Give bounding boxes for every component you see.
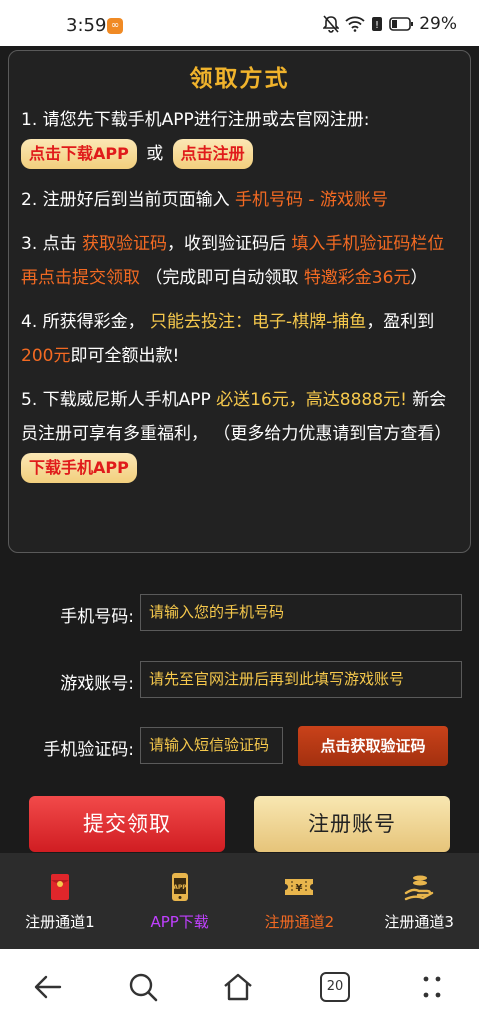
bottom-tab-bar: 注册通道1 APP APP下载 ¥ 注册通道2 注册通道3 bbox=[0, 853, 479, 949]
ticket-icon: ¥ bbox=[285, 879, 314, 895]
step-5: 5. 下载威尼斯人手机APP 必送16元，高达8888元! 新会员注册可享有多重… bbox=[21, 383, 458, 485]
tab-register-channel-3[interactable]: 注册通道3 bbox=[359, 853, 479, 949]
tab-app-download[interactable]: APP APP下载 bbox=[120, 853, 240, 949]
step-4-pre: 4. 所获得彩金， bbox=[21, 312, 151, 332]
svg-text:APP: APP bbox=[173, 884, 187, 891]
tab-register-channel-2[interactable]: ¥ 注册通道2 bbox=[240, 853, 360, 949]
phone-row: 手机号码: 请输入您的手机号码 bbox=[0, 594, 479, 634]
account-input[interactable]: 请先至官网注册后再到此填写游戏账号 bbox=[140, 661, 462, 698]
system-nav-bar: 20 bbox=[0, 949, 479, 1024]
tab-label-2: APP下载 bbox=[150, 913, 209, 931]
home-icon[interactable] bbox=[222, 971, 254, 1003]
step-2-highlight: 手机号码 - 游戏账号 bbox=[235, 190, 388, 210]
main-content: 领取方式 1. 请您先下载手机APP进行注册或去官网注册: 点击下载APP 或 … bbox=[0, 46, 479, 853]
instructions-card: 领取方式 1. 请您先下载手机APP进行注册或去官网注册: 点击下载APP 或 … bbox=[8, 50, 471, 553]
tab-label-3: 注册通道2 bbox=[264, 913, 335, 931]
app-notification-icon: ∞ bbox=[107, 18, 123, 34]
battery-text: 29% bbox=[419, 14, 457, 34]
coin-hand-icon bbox=[404, 875, 434, 901]
search-icon[interactable] bbox=[127, 971, 159, 1003]
svg-text:!: ! bbox=[375, 20, 379, 31]
register-account-button[interactable]: 注册账号 bbox=[254, 796, 450, 852]
phone-input[interactable]: 请输入您的手机号码 bbox=[140, 594, 462, 631]
card-title: 领取方式 bbox=[189, 66, 290, 92]
more-icon[interactable] bbox=[416, 971, 448, 1003]
step-5-yl1: 必送16元，高达8888元! bbox=[216, 390, 407, 410]
back-icon[interactable] bbox=[32, 971, 64, 1003]
account-label: 游戏账号: bbox=[60, 674, 134, 694]
battery-icon bbox=[389, 17, 414, 31]
phone-label: 手机号码: bbox=[60, 607, 134, 627]
step-3: 3. 点击 获取验证码，收到验证码后 填入手机验证码栏位再点击提交领取 （完成即… bbox=[21, 227, 458, 295]
mute-icon bbox=[323, 15, 340, 33]
code-label: 手机验证码: bbox=[43, 740, 134, 760]
account-row: 游戏账号: 请先至官网注册后再到此填写游戏账号 bbox=[0, 661, 479, 701]
status-time: 3:59 bbox=[66, 15, 107, 36]
submit-claim-button[interactable]: 提交领取 bbox=[29, 796, 225, 852]
step-3-pre: 3. 点击 bbox=[21, 234, 83, 254]
step-1-text: 1. 请您先下载手机APP进行注册或去官网注册: bbox=[21, 110, 370, 130]
tabs-count: 20 bbox=[326, 979, 344, 994]
sim-alert-icon: ! bbox=[372, 17, 383, 31]
step-4-post: 即可全额出款! bbox=[70, 346, 180, 366]
get-code-button[interactable]: 点击获取验证码 bbox=[298, 726, 448, 766]
status-icons: ! 29% bbox=[323, 14, 457, 34]
code-row: 手机验证码: 请输入短信验证码 点击获取验证码 bbox=[0, 726, 479, 767]
tab-label-1: 注册通道1 bbox=[25, 913, 95, 931]
register-link-button[interactable]: 点击注册 bbox=[172, 139, 253, 169]
step-4-mid: ，盈利到 bbox=[366, 312, 435, 332]
step-2-text: 2. 注册好后到当前页面输入 bbox=[21, 190, 236, 210]
step-3-hl1: 获取验证码 bbox=[82, 234, 168, 254]
tab-register-channel-1[interactable]: 注册通道1 bbox=[0, 853, 120, 949]
status-bar: 3:59 ∞ ! 29% bbox=[0, 0, 479, 46]
step-3-mid2: （完成即可自动领取 bbox=[140, 268, 304, 288]
download-app-button[interactable]: 点击下载APP bbox=[21, 139, 137, 169]
step-3-post: ） bbox=[410, 268, 428, 288]
wifi-icon bbox=[345, 16, 365, 32]
step-4-yl1: 只能去投注：电子-棋牌-捕鱼 bbox=[150, 312, 367, 332]
step-2: 2. 注册好后到当前页面输入 手机号码 - 游戏账号 bbox=[21, 183, 458, 217]
step-3-hl3: 特邀彩金36元 bbox=[303, 268, 411, 288]
download-mobile-app-button[interactable]: 下载手机APP bbox=[21, 453, 137, 483]
step-4-hl1: 200元 bbox=[21, 346, 71, 366]
code-input[interactable]: 请输入短信验证码 bbox=[140, 727, 283, 764]
tab-label-4: 注册通道3 bbox=[384, 913, 454, 931]
step-4: 4. 所获得彩金， 只能去投注：电子-棋牌-捕鱼，盈利到 200元即可全额出款! bbox=[21, 305, 458, 373]
app-phone-icon: APP bbox=[171, 873, 188, 901]
svg-text:¥: ¥ bbox=[296, 883, 303, 894]
step-5-pre: 5. 下载威尼斯人手机APP bbox=[21, 390, 217, 410]
step-3-mid: ，收到验证码后 bbox=[167, 234, 292, 254]
step-1: 1. 请您先下载手机APP进行注册或去官网注册: 点击下载APP 或 点击注册 bbox=[21, 103, 458, 171]
tabs-icon[interactable]: 20 bbox=[320, 972, 350, 1002]
red-envelope-icon bbox=[50, 874, 69, 900]
or-text: 或 bbox=[146, 144, 164, 164]
